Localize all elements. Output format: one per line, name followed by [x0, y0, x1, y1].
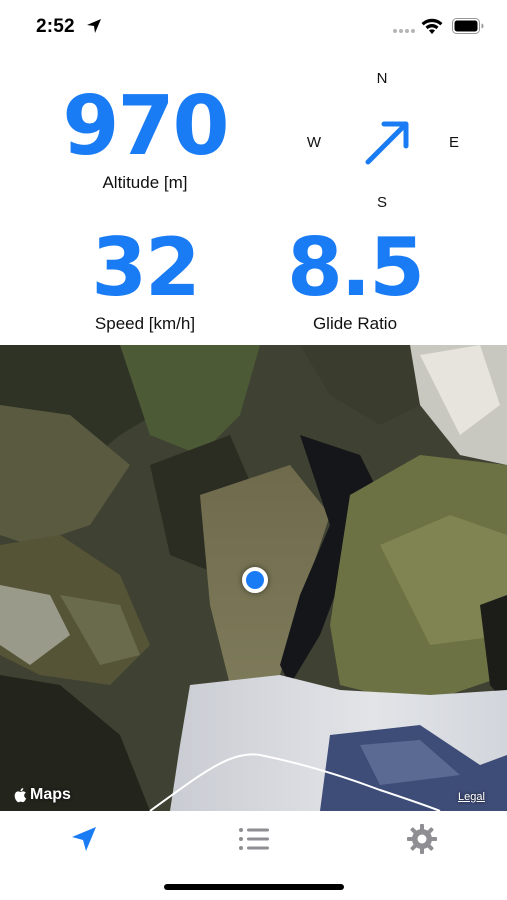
compass-south-label: S: [376, 194, 387, 211]
list-icon: [239, 828, 269, 850]
battery-icon: [452, 18, 484, 34]
status-time: 2:52: [36, 16, 75, 37]
altitude-label: Altitude [m]: [102, 173, 188, 192]
location-arrow-icon: [87, 19, 101, 33]
home-indicator[interactable]: [164, 884, 344, 890]
apple-logo-icon: [14, 788, 27, 803]
user-location-dot: [242, 567, 268, 593]
satellite-map[interactable]: Maps Legal: [0, 345, 507, 811]
status-bar: 2:52: [0, 0, 507, 56]
maps-attribution: Maps: [14, 786, 71, 804]
compass: N S W E: [296, 64, 472, 214]
altitude-value: 970: [62, 79, 229, 174]
signal-icon: [393, 29, 415, 33]
glide-ratio-label: Glide Ratio: [312, 314, 398, 333]
glide-ratio-value: 8.5: [287, 221, 425, 314]
heading-arrow-icon: [365, 121, 409, 165]
speed-label: Speed [km/h]: [94, 314, 196, 333]
tab-list[interactable]: [234, 819, 274, 859]
legal-link[interactable]: Legal: [458, 791, 485, 803]
wifi-icon: [421, 18, 443, 34]
tab-bar: [0, 811, 507, 900]
compass-west-label: W: [306, 134, 322, 151]
compass-east-label: E: [448, 134, 459, 151]
compass-north-label: N: [376, 70, 388, 87]
tab-location[interactable]: [64, 819, 104, 859]
location-arrow-icon: [72, 827, 96, 851]
maps-attribution-label: Maps: [30, 786, 71, 803]
gear-icon: [407, 824, 437, 854]
tab-settings[interactable]: [402, 819, 442, 859]
speed-value: 32: [91, 221, 200, 314]
